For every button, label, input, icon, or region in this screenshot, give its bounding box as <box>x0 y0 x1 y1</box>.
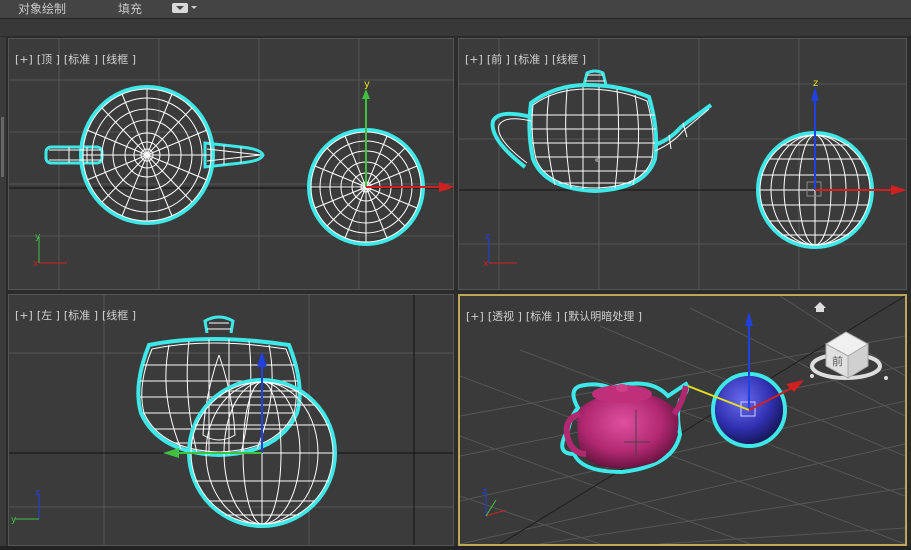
viewport-top-label[interactable]: [+] [顶 ] [标准 ] [线框 ] <box>15 51 140 67</box>
axis-x-label: x <box>483 259 489 269</box>
viewport-view-name[interactable]: [顶 ] <box>37 53 60 66</box>
menu-fill[interactable]: 填充 <box>118 1 142 17</box>
axis-y-label: y <box>35 232 41 242</box>
viewport-menu-plus[interactable]: [+] <box>466 310 484 323</box>
axis-z-label: z <box>482 487 487 497</box>
teapot-front-wireframe[interactable] <box>490 69 713 194</box>
viewport-menu-plus[interactable]: [+] <box>15 309 33 322</box>
viewport-camera-mode[interactable]: [标准 ] <box>514 53 548 66</box>
viewport-shading-mode[interactable]: [线框 ] <box>102 309 136 322</box>
viewport-left-canvas: z y <box>9 295 453 545</box>
viewport-front-label[interactable]: [+] [前 ] [标准 ] [线框 ] <box>465 51 590 67</box>
viewport-left[interactable]: [+] [左 ] [标准 ] [线框 ] z y <box>8 294 454 546</box>
axis-z-label: z <box>485 232 490 242</box>
viewport-front-canvas: z z x <box>459 39 906 289</box>
viewport-shading-mode[interactable]: [线框 ] <box>102 53 136 66</box>
app-window: 对象绘制 填充 [+] [顶 ] [标准 ] [线框 ] y y x [+] [… <box>0 0 911 550</box>
teapot-top-wireframe[interactable] <box>44 85 265 225</box>
viewport-menu-plus[interactable]: [+] <box>15 53 33 66</box>
chevron-down-icon[interactable] <box>191 6 197 9</box>
menu-object-paint[interactable]: 对象绘制 <box>18 1 66 17</box>
viewport-top[interactable]: [+] [顶 ] [标准 ] [线框 ] y y x <box>8 38 454 290</box>
viewport-menu-plus[interactable]: [+] <box>465 53 483 66</box>
left-scrollbar[interactable] <box>0 37 6 550</box>
viewport-perspective[interactable]: [+] [透视 ] [标准 ] [默认明暗处理 ] 前 z <box>458 294 907 546</box>
viewport-top-canvas: y y x <box>9 39 454 289</box>
viewport-camera-mode[interactable]: [标准 ] <box>64 309 98 322</box>
viewport-view-name[interactable]: [左 ] <box>37 309 60 322</box>
gizmo-y-label: y <box>364 79 370 90</box>
axis-y-label: y <box>11 515 17 525</box>
viewcube-front-face[interactable]: 前 <box>832 354 843 368</box>
viewport-perspective-canvas: 前 z <box>460 296 905 544</box>
ribbon-strip <box>0 19 911 37</box>
transform-gizmo[interactable]: y <box>362 79 454 192</box>
axis-z-label: z <box>35 488 40 498</box>
viewport-shading-mode[interactable]: [线框 ] <box>552 53 586 66</box>
brush-dropdown-icon[interactable] <box>172 3 188 13</box>
viewport-shading-mode[interactable]: [默认明暗处理 ] <box>564 310 642 323</box>
viewport-view-name[interactable]: [透视 ] <box>488 310 522 323</box>
view-axis-tripod: y x <box>33 232 67 269</box>
bottom-status-strip <box>0 546 911 550</box>
viewport-left-label[interactable]: [+] [左 ] [标准 ] [线框 ] <box>15 307 140 323</box>
view-axis-tripod: z x <box>483 232 517 269</box>
viewport-view-name[interactable]: [前 ] <box>487 53 510 66</box>
gizmo-z-label: z <box>813 78 818 89</box>
viewport-camera-mode[interactable]: [标准 ] <box>526 310 560 323</box>
viewport-camera-mode[interactable]: [标准 ] <box>64 53 98 66</box>
viewport-front[interactable]: [+] [前 ] [标准 ] [线框 ] z z x <box>458 38 907 290</box>
axis-x-label: x <box>33 259 39 269</box>
viewport-perspective-label[interactable]: [+] [透视 ] [标准 ] [默认明暗处理 ] <box>466 308 646 324</box>
top-toolbar: 对象绘制 填充 <box>0 0 911 19</box>
